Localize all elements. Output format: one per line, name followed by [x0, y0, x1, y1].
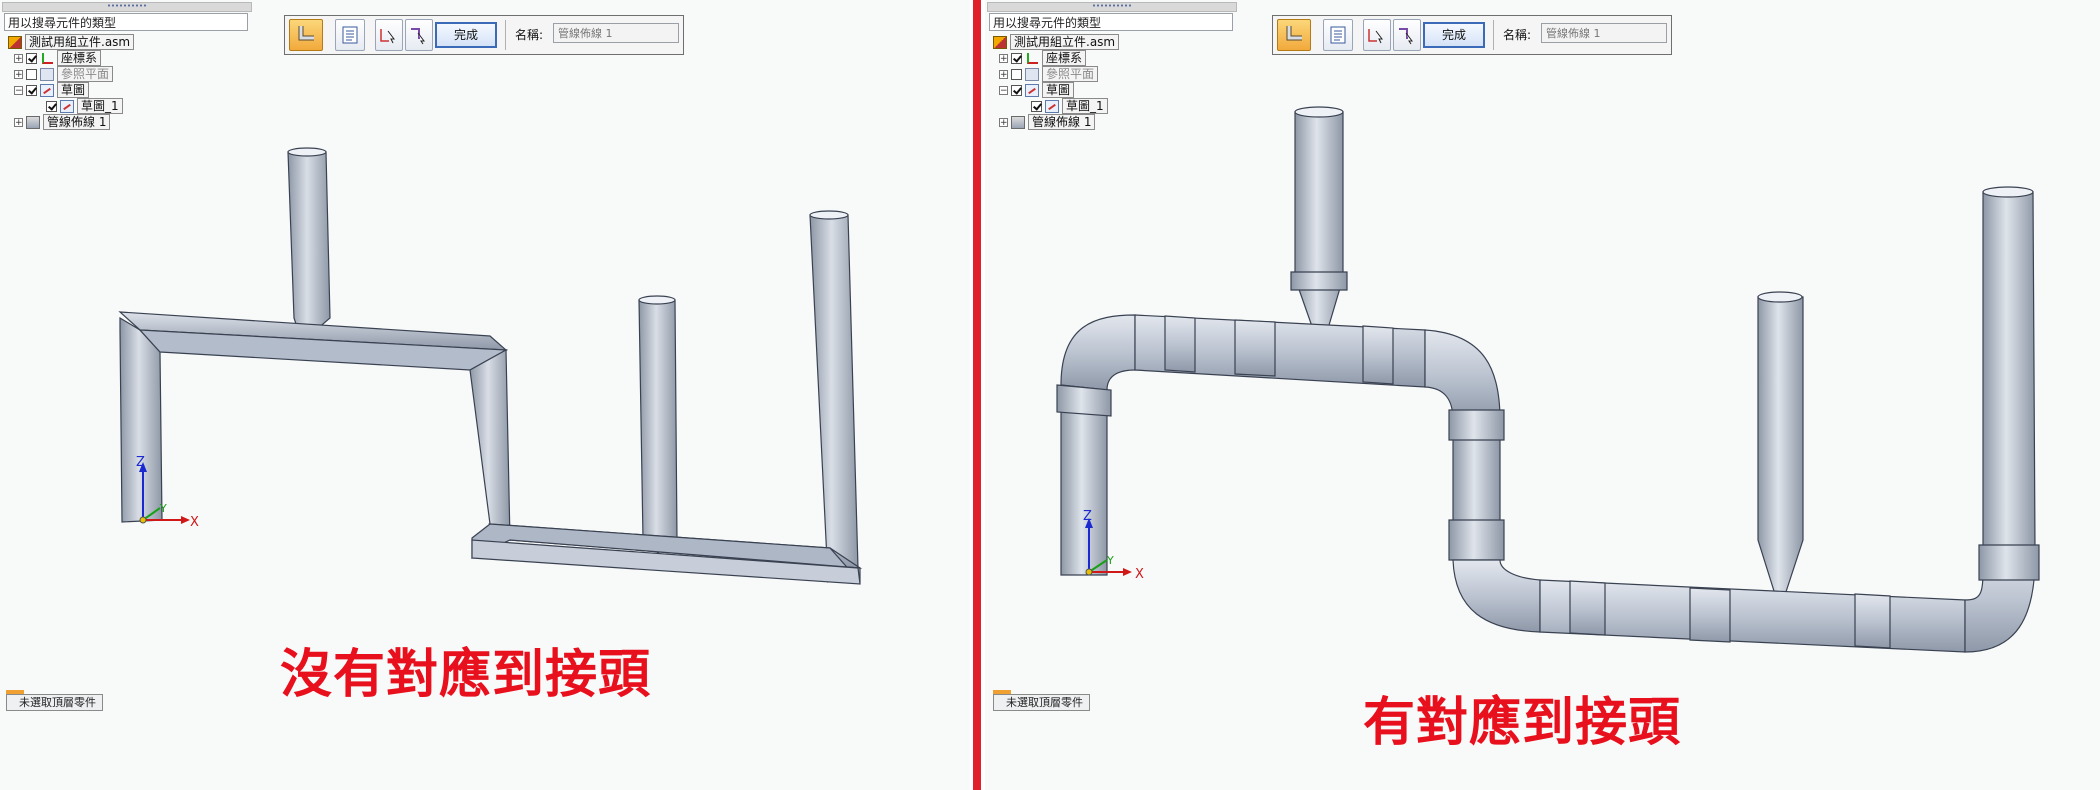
axis-label-z: Z [136, 455, 145, 470]
pipe-segment[interactable] [119, 316, 163, 523]
pipe-segment[interactable] [809, 214, 859, 583]
pipe-elbow[interactable] [1060, 314, 1136, 391]
pipe-end [809, 210, 849, 220]
pipe-elbow[interactable] [1452, 559, 1541, 633]
pipe-fitting[interactable] [1448, 409, 1505, 441]
pipe-end [287, 147, 327, 157]
pipe-fitting[interactable] [1689, 587, 1731, 643]
pipe-segment[interactable] [287, 151, 331, 344]
pipe-end [1982, 186, 2034, 198]
caption-no-fitting: 沒有對應到接頭 [280, 645, 652, 705]
pipe-fitting[interactable] [1569, 580, 1606, 636]
top-level-part-status-button[interactable]: 未選取頂層零件 [993, 694, 1090, 711]
right-screenshot-panel: 用以搜尋元件的類型 測試用組立件.asm + 座標系 + 參照平面 − 草圖 草 [985, 0, 2100, 790]
left-screenshot-panel: 用以搜尋元件的類型 測試用組立件.asm + 座標系 + 參照平面 − 草圖 草 [0, 0, 970, 790]
pipe-fitting[interactable] [1448, 519, 1505, 561]
pipe-elbow[interactable] [1424, 329, 1501, 421]
axis-label-z: Z [1083, 509, 1092, 524]
pipe-fitting[interactable] [1362, 325, 1394, 385]
pipe-fitting[interactable] [1854, 593, 1891, 649]
pipe-end [638, 295, 676, 305]
pipe-model-viewport[interactable]: Z Y X [985, 0, 2100, 790]
pipe-fitting[interactable] [1234, 319, 1276, 377]
panel-divider [970, 0, 985, 790]
pipe-fitting[interactable] [1978, 544, 2040, 581]
caption-with-fitting: 有對應到接頭 [1363, 693, 1682, 753]
top-level-part-status-button[interactable]: 未選取頂層零件 [6, 694, 103, 711]
pipe-segment[interactable] [1294, 111, 1344, 354]
pipe-segment[interactable] [1982, 191, 2036, 549]
pipe-end [1294, 106, 1344, 118]
axis-label-y: Y [1106, 554, 1114, 567]
pipe-segment[interactable] [1757, 296, 1804, 612]
pipe-fitting[interactable] [1164, 315, 1196, 373]
pipe-end [1757, 291, 1803, 303]
pipe-fitting[interactable] [1056, 384, 1112, 417]
pipe-fitting[interactable] [1290, 271, 1348, 291]
axis-label-x: X [190, 515, 199, 530]
pipe-segment[interactable] [638, 299, 678, 554]
axis-label-x: X [1135, 567, 1144, 582]
pipe-segment[interactable] [469, 348, 511, 542]
axis-label-y: Y [159, 502, 167, 515]
